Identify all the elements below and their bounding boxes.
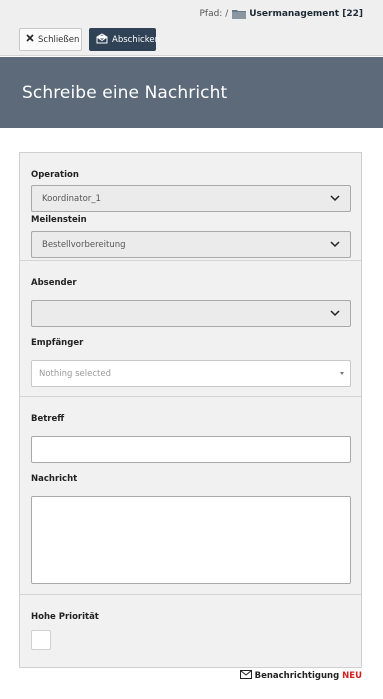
chevron-down-icon [330,241,340,251]
subject-label: Betreff [31,414,65,424]
milestone-select-value: Bestellvorbereitung [42,239,126,250]
top-toolbar: Pfad: / Usermanagement [22] Schließen Ab… [0,0,383,56]
divider [20,396,361,397]
operation-select-value: Koordinator_1 [42,193,101,204]
message-textarea[interactable] [31,496,351,584]
message-form: Operation Koordinator_1 Meilenstein Best… [19,152,362,668]
send-button[interactable]: Abschicken [89,28,160,51]
new-badge: NEU [342,671,362,681]
send-icon [96,32,108,47]
page-title: Schreibe eine Nachricht [22,83,228,103]
recipient-select[interactable]: Nothing selected [31,360,351,387]
recipient-label: Empfänger [31,338,84,348]
recipient-placeholder: Nothing selected [39,368,112,379]
notification-label: Benachrichtigung [254,671,340,681]
milestone-label: Meilenstein [31,215,87,225]
milestone-select[interactable]: Bestellvorbereitung [31,231,351,258]
notification-link[interactable]: Benachrichtigung NEU [239,670,362,682]
operation-label: Operation [31,170,79,180]
send-button-label: Abschicken [112,34,160,45]
close-button[interactable]: Schließen [19,28,82,51]
priority-checkbox[interactable] [31,630,51,650]
close-button-label: Schließen [38,34,80,45]
divider [20,260,361,261]
divider [20,594,361,595]
priority-label: Hohe Priorität [31,612,99,622]
breadcrumb-prefix: Pfad: / [199,9,229,19]
folder-icon [232,9,247,19]
chevron-down-icon [330,195,340,205]
breadcrumb: Pfad: / Usermanagement [22] [199,9,363,19]
chevron-down-icon [330,310,340,320]
caret-down-icon [340,372,344,375]
close-icon [26,34,34,45]
message-label: Nachricht [31,474,78,484]
mail-icon [239,670,252,682]
subject-input[interactable] [31,436,351,463]
breadcrumb-current[interactable]: Usermanagement [22] [249,9,363,19]
sender-label: Absender [31,278,77,288]
operation-select[interactable]: Koordinator_1 [31,185,351,212]
sender-select[interactable] [31,300,351,327]
page-header: Schreibe eine Nachricht [0,57,383,128]
